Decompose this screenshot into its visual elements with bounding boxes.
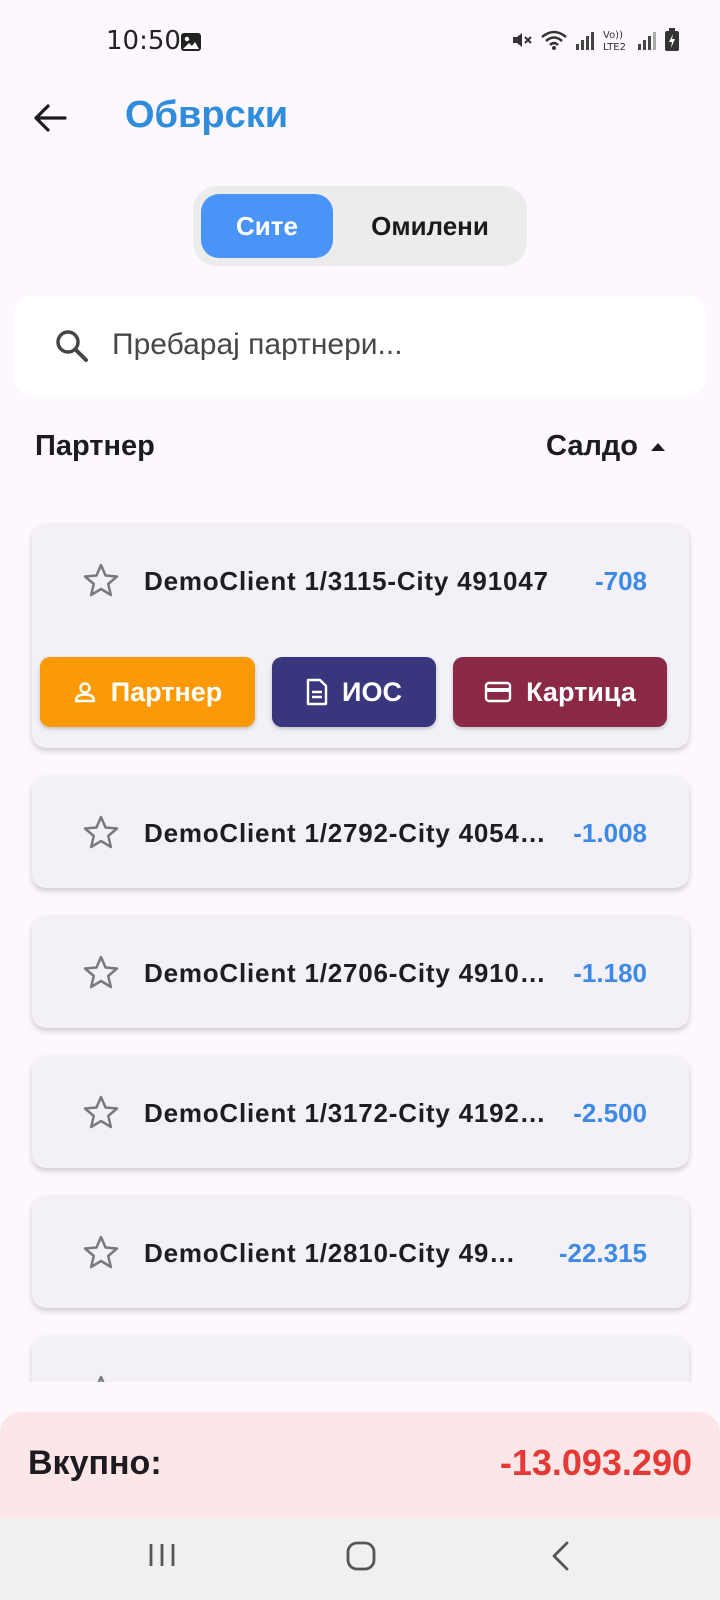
segment-favorites-button[interactable]: Омилени xyxy=(341,194,519,258)
credit-card-icon xyxy=(484,681,512,703)
segment-all-button[interactable]: Сите xyxy=(201,194,333,258)
system-nav-bar xyxy=(0,1518,720,1600)
svg-text:Vo)): Vo)) xyxy=(603,30,623,41)
volte-icon: Vo)) LTE2 xyxy=(602,28,630,57)
battery-icon xyxy=(664,28,680,57)
back-arrow-icon xyxy=(34,104,67,132)
back-button[interactable] xyxy=(28,96,72,140)
card-button[interactable]: Картица xyxy=(453,657,667,727)
signal-icon-2 xyxy=(636,29,658,56)
total-bar: Вкупно: -13.093.290 xyxy=(0,1412,720,1518)
favorite-star-icon[interactable] xyxy=(82,1234,120,1275)
search-placeholder: Пребарај партнери... xyxy=(112,328,403,361)
favorite-star-icon[interactable] xyxy=(82,1094,120,1135)
partner-name: DemoClient 1/2810-City 491… xyxy=(144,1238,530,1268)
search-icon xyxy=(54,328,90,369)
gallery-notification-icon xyxy=(180,32,202,57)
partner-card[interactable]: DemoClient 1/2810-City 491… -22.315 xyxy=(32,1196,689,1308)
wifi-icon xyxy=(540,28,568,57)
partner-name: DemoClient 1/2706-City 4910… xyxy=(144,958,546,988)
partner-card[interactable]: DemoClient 1/3115-City 491047 -708 Партн… xyxy=(32,524,689,748)
partner-card-partial[interactable] xyxy=(32,1336,689,1382)
person-icon xyxy=(74,682,95,703)
home-button[interactable] xyxy=(345,1540,377,1577)
ios-label: ИОС xyxy=(342,676,402,707)
filter-segment: Сите Омилени xyxy=(193,186,527,266)
partner-saldo: -2.500 xyxy=(573,1098,647,1128)
column-header-saldo[interactable]: Салдо xyxy=(546,430,666,463)
mute-icon xyxy=(510,28,534,57)
partner-card[interactable]: DemoClient 1/2706-City 4910… -1.180 xyxy=(32,916,689,1028)
system-back-icon xyxy=(552,1541,569,1571)
favorite-star-icon[interactable] xyxy=(82,814,120,855)
ios-button[interactable]: ИОС xyxy=(272,657,436,727)
partner-name: DemoClient 1/2792-City 4054… xyxy=(144,818,546,848)
document-icon xyxy=(306,678,328,706)
home-icon xyxy=(346,1541,376,1571)
favorite-star-icon[interactable] xyxy=(82,562,120,603)
partner-card[interactable]: DemoClient 1/2792-City 4054… -1.008 xyxy=(32,776,689,888)
partner-name: DemoClient 1/3115-City 491047 xyxy=(144,566,549,596)
status-bar: 10:50 Vo)) LTE2 xyxy=(0,0,720,88)
partner-name: DemoClient 1/3172-City 4192… xyxy=(144,1098,546,1128)
favorite-star-icon[interactable] xyxy=(82,954,120,995)
partner-saldo: -1.180 xyxy=(573,958,647,988)
partner-details-button[interactable]: Партнер xyxy=(40,657,255,727)
card-label: Картица xyxy=(526,676,636,707)
status-time: 10:50 xyxy=(106,26,181,56)
status-icons: Vo)) LTE2 xyxy=(510,28,680,57)
favorite-star-icon[interactable] xyxy=(82,1374,120,1382)
column-header-saldo-label: Салдо xyxy=(546,430,638,462)
partner-list[interactable]: DemoClient 1/3115-City 491047 -708 Партн… xyxy=(0,500,720,1382)
partner-details-label: Партнер xyxy=(110,676,223,707)
total-label: Вкупно: xyxy=(28,1444,162,1482)
partner-card[interactable]: DemoClient 1/3172-City 4192… -2.500 xyxy=(32,1056,689,1168)
signal-icon xyxy=(574,29,596,56)
sort-ascending-icon xyxy=(651,442,665,451)
svg-text:LTE2: LTE2 xyxy=(603,42,626,52)
total-value: -13.093.290 xyxy=(499,1442,692,1483)
recent-apps-icon xyxy=(149,1544,175,1566)
recent-apps-button[interactable] xyxy=(147,1540,177,1575)
column-header-partner: Партнер xyxy=(35,430,155,462)
page-title: Обврски xyxy=(125,94,289,136)
partner-saldo: -708 xyxy=(594,566,647,596)
partner-saldo: -1.008 xyxy=(573,818,647,848)
search-input[interactable]: Пребарај партнери... xyxy=(14,296,706,396)
system-back-button[interactable] xyxy=(549,1540,573,1577)
partner-saldo: -22.315 xyxy=(558,1238,647,1268)
